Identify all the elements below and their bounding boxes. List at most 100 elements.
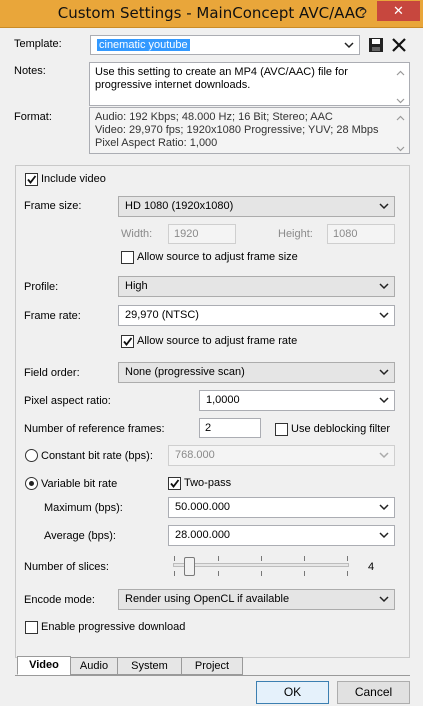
field-order-value: None (progressive scan) bbox=[125, 366, 245, 378]
width-label: Width: bbox=[121, 228, 153, 240]
chevron-down-icon bbox=[344, 42, 354, 49]
slices-label: Number of slices: bbox=[24, 561, 109, 573]
delete-template-icon[interactable] bbox=[391, 37, 407, 53]
ok-button[interactable]: OK bbox=[256, 681, 329, 704]
encode-mode-value: Render using OpenCL if available bbox=[125, 593, 290, 605]
chevron-down-icon bbox=[379, 312, 389, 319]
slider-tick bbox=[261, 571, 262, 576]
cancel-button[interactable]: Cancel bbox=[337, 681, 410, 704]
chevron-down-icon bbox=[379, 369, 389, 376]
encode-mode-label: Encode mode: bbox=[24, 594, 95, 606]
format-textarea: Audio: 192 Kbps; 48.000 Hz; 16 Bit; Ster… bbox=[89, 107, 410, 154]
tab-project[interactable]: Project bbox=[181, 657, 243, 675]
allow-frame-size-label: Allow source to adjust frame size bbox=[137, 251, 298, 263]
allow-frame-size-checkbox[interactable] bbox=[121, 251, 134, 264]
template-value: cinematic youtube bbox=[97, 39, 190, 51]
chevron-down-icon bbox=[396, 143, 405, 152]
frame-rate-label: Frame rate: bbox=[24, 310, 81, 322]
chevron-down-icon bbox=[396, 95, 405, 104]
pixel-aspect-value: 1,0000 bbox=[206, 394, 240, 406]
cbr-value: 768.000 bbox=[175, 449, 215, 461]
template-select[interactable]: cinematic youtube bbox=[90, 35, 360, 55]
field-order-label: Field order: bbox=[24, 367, 80, 379]
slider-tick bbox=[218, 556, 219, 561]
slider-tick bbox=[218, 571, 219, 576]
maximum-value: 50.000.000 bbox=[175, 501, 231, 513]
cbr-label: Constant bit rate (bps): bbox=[41, 450, 153, 462]
tab-system[interactable]: System bbox=[117, 657, 182, 675]
profile-select[interactable]: High bbox=[118, 276, 395, 297]
include-video-checkbox[interactable] bbox=[25, 173, 38, 186]
help-button[interactable]: ? bbox=[353, 2, 373, 24]
chevron-down-icon bbox=[379, 596, 389, 603]
slider-tick bbox=[174, 556, 175, 561]
close-button[interactable]: ✕ bbox=[377, 1, 420, 21]
progressive-download-checkbox[interactable] bbox=[25, 621, 38, 634]
deblocking-label: Use deblocking filter bbox=[291, 423, 391, 435]
deblocking-checkbox[interactable] bbox=[275, 423, 288, 436]
notes-label: Notes: bbox=[14, 65, 46, 77]
pixel-aspect-select[interactable]: 1,0000 bbox=[199, 390, 395, 411]
chevron-down-icon bbox=[379, 504, 389, 511]
pixel-aspect-label: Pixel aspect ratio: bbox=[24, 395, 111, 407]
slices-value: 4 bbox=[368, 561, 375, 573]
profile-value: High bbox=[125, 280, 148, 292]
slider-tick bbox=[347, 556, 348, 561]
vbr-label: Variable bit rate bbox=[41, 478, 118, 490]
height-label: Height: bbox=[278, 228, 313, 240]
chevron-down-icon bbox=[379, 283, 389, 290]
slider-tick bbox=[304, 556, 305, 561]
slider-tick bbox=[174, 571, 175, 576]
vbr-radio[interactable] bbox=[25, 477, 38, 490]
cbr-radio[interactable] bbox=[25, 449, 38, 462]
progressive-download-label: Enable progressive download bbox=[41, 621, 186, 633]
height-input[interactable]: 1080 bbox=[327, 224, 395, 244]
slices-slider-thumb[interactable] bbox=[184, 557, 195, 576]
slider-tick bbox=[347, 571, 348, 576]
slider-tick bbox=[304, 571, 305, 576]
slices-slider-track[interactable] bbox=[173, 563, 349, 567]
frame-size-select[interactable]: HD 1080 (1920x1080) bbox=[118, 196, 395, 217]
chevron-up-icon bbox=[396, 67, 405, 76]
field-order-select[interactable]: None (progressive scan) bbox=[118, 362, 395, 383]
width-input[interactable]: 1920 bbox=[168, 224, 236, 244]
allow-frame-rate-checkbox[interactable] bbox=[121, 335, 134, 348]
notes-textarea[interactable]: Use this setting to create an MP4 (AVC/A… bbox=[89, 62, 410, 106]
frame-rate-select[interactable]: 29,970 (NTSC) bbox=[118, 305, 395, 326]
chevron-down-icon bbox=[379, 203, 389, 210]
format-label: Format: bbox=[14, 111, 52, 123]
average-select[interactable]: 28.000.000 bbox=[168, 525, 395, 546]
notes-line: Use this setting to create an MP4 (AVC/A… bbox=[95, 66, 348, 78]
chevron-down-icon bbox=[379, 532, 389, 539]
format-scrollbar[interactable] bbox=[393, 109, 408, 152]
include-video-label: Include video bbox=[41, 173, 106, 185]
template-label: Template: bbox=[14, 38, 62, 50]
ref-frames-label: Number of reference frames: bbox=[24, 423, 165, 435]
cbr-select[interactable]: 768.000 bbox=[168, 445, 395, 466]
two-pass-checkbox[interactable] bbox=[168, 477, 181, 490]
slider-tick bbox=[261, 556, 262, 561]
tab-strip-line bbox=[15, 675, 410, 676]
encode-mode-select[interactable]: Render using OpenCL if available bbox=[118, 589, 395, 610]
tab-audio[interactable]: Audio bbox=[70, 657, 118, 675]
average-label: Average (bps): bbox=[44, 530, 116, 542]
save-template-icon[interactable] bbox=[368, 37, 384, 53]
chevron-down-icon bbox=[379, 452, 389, 459]
format-line: Audio: 192 Kbps; 48.000 Hz; 16 Bit; Ster… bbox=[95, 111, 333, 123]
frame-size-label: Frame size: bbox=[24, 200, 82, 212]
notes-line: progressive internet downloads. bbox=[95, 79, 251, 91]
frame-size-value: HD 1080 (1920x1080) bbox=[125, 200, 234, 212]
chevron-up-icon bbox=[396, 112, 405, 121]
notes-scrollbar[interactable] bbox=[393, 64, 408, 104]
ref-frames-input[interactable]: 2 bbox=[199, 418, 261, 438]
profile-label: Profile: bbox=[24, 281, 59, 293]
two-pass-label: Two-pass bbox=[184, 477, 232, 489]
maximum-select[interactable]: 50.000.000 bbox=[168, 497, 395, 518]
average-value: 28.000.000 bbox=[175, 529, 231, 541]
tab-video[interactable]: Video bbox=[17, 656, 71, 675]
maximum-label: Maximum (bps): bbox=[44, 502, 123, 514]
format-line: Pixel Aspect Ratio: 1,000 bbox=[95, 137, 218, 149]
chevron-down-icon bbox=[379, 397, 389, 404]
format-line: Video: 29,970 fps; 1920x1080 Progressive… bbox=[95, 124, 379, 136]
allow-frame-rate-label: Allow source to adjust frame rate bbox=[137, 335, 298, 347]
